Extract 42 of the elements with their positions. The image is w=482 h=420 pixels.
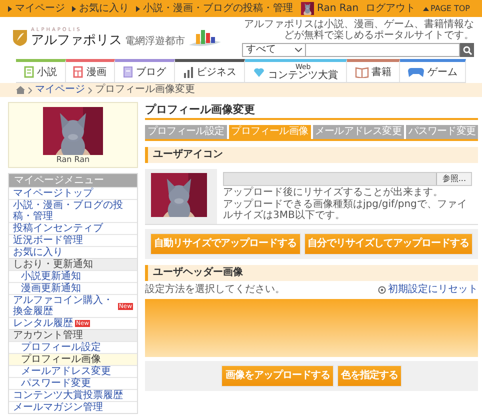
top-link[interactable]: 小説・漫画・ブログの投稿・管理 — [143, 2, 293, 14]
nav-tab[interactable]: 漫画 — [66, 59, 116, 82]
menu-item[interactable]: 漫画更新通知 — [9, 282, 137, 294]
menu-item[interactable]: 小説更新通知 — [9, 270, 137, 282]
menu-group-label: アカウント管理 — [9, 329, 137, 341]
menu-item[interactable]: メールマガジン管理 — [9, 401, 137, 413]
menu-item[interactable]: メールアドレス変更 — [9, 365, 137, 377]
note-text: アップロードできる画像種類はjpg/gif/pngで、ファイルサイズは3MB以下です。 — [223, 199, 468, 221]
tagline: アルファポリスは小説、漫画、ゲーム、書籍情報などが無料で楽しめるポータルサイトです。 — [243, 19, 474, 41]
profile-name: Ran Ran — [56, 155, 90, 165]
breadcrumb-link[interactable]: マイページ — [35, 84, 85, 96]
current-page-label: プロフィール画像変更 — [95, 84, 195, 96]
menu-item[interactable]: 近況ボード管理 — [9, 234, 137, 246]
reset-link[interactable]: 初期設定にリセット — [378, 284, 478, 296]
nav-tab[interactable]: 小説 — [16, 59, 66, 82]
menu-item[interactable]: マイページトップ — [9, 187, 137, 199]
section-header: ユーザアイコン — [145, 147, 478, 163]
user-name[interactable]: Ran Ran — [316, 2, 359, 14]
menu-item[interactable]: 投稿インセンティブ — [9, 222, 137, 234]
page-top-link[interactable]: PAGE TOP — [422, 2, 470, 14]
menu-group-label: しおり・更新通知 — [9, 258, 137, 270]
category-select[interactable]: すべて — [242, 43, 306, 57]
logout-link[interactable]: ログアウト — [366, 2, 416, 14]
menu-title: マイページメニュー — [9, 174, 137, 187]
menu-item[interactable]: コンテンツ大賞投票履歴 — [9, 389, 137, 401]
note-text: アップロード後にリサイズすることが出来ます。 — [223, 187, 444, 198]
nav-tab[interactable]: 書籍 — [346, 59, 400, 82]
menu-item[interactable]: パスワード変更 — [9, 377, 137, 389]
browse-button[interactable]: 参照... — [436, 173, 471, 185]
instruction-text: 設定方法を選択してください。 — [145, 284, 285, 296]
nav-tab[interactable]: ブログ — [115, 59, 175, 82]
menu-item[interactable]: お気に入り — [9, 246, 137, 258]
top-link[interactable]: マイページ — [15, 2, 65, 14]
menu-item[interactable]: プロフィール画像 — [9, 353, 137, 365]
file-field[interactable]: 参照... — [223, 172, 472, 186]
nav-tab[interactable]: ビジネス — [174, 59, 246, 82]
top-link[interactable]: お気に入り — [79, 2, 129, 14]
menu-item[interactable]: プロフィール設定 — [9, 341, 137, 353]
section-header: ユーザヘッダー画像 — [145, 265, 478, 281]
menu-item[interactable]: 小説・漫画・ブログの投稿・管理 — [9, 199, 137, 222]
nav-tab[interactable]: ゲーム — [400, 59, 466, 82]
page-title: プロフィール画像変更 — [145, 102, 478, 120]
